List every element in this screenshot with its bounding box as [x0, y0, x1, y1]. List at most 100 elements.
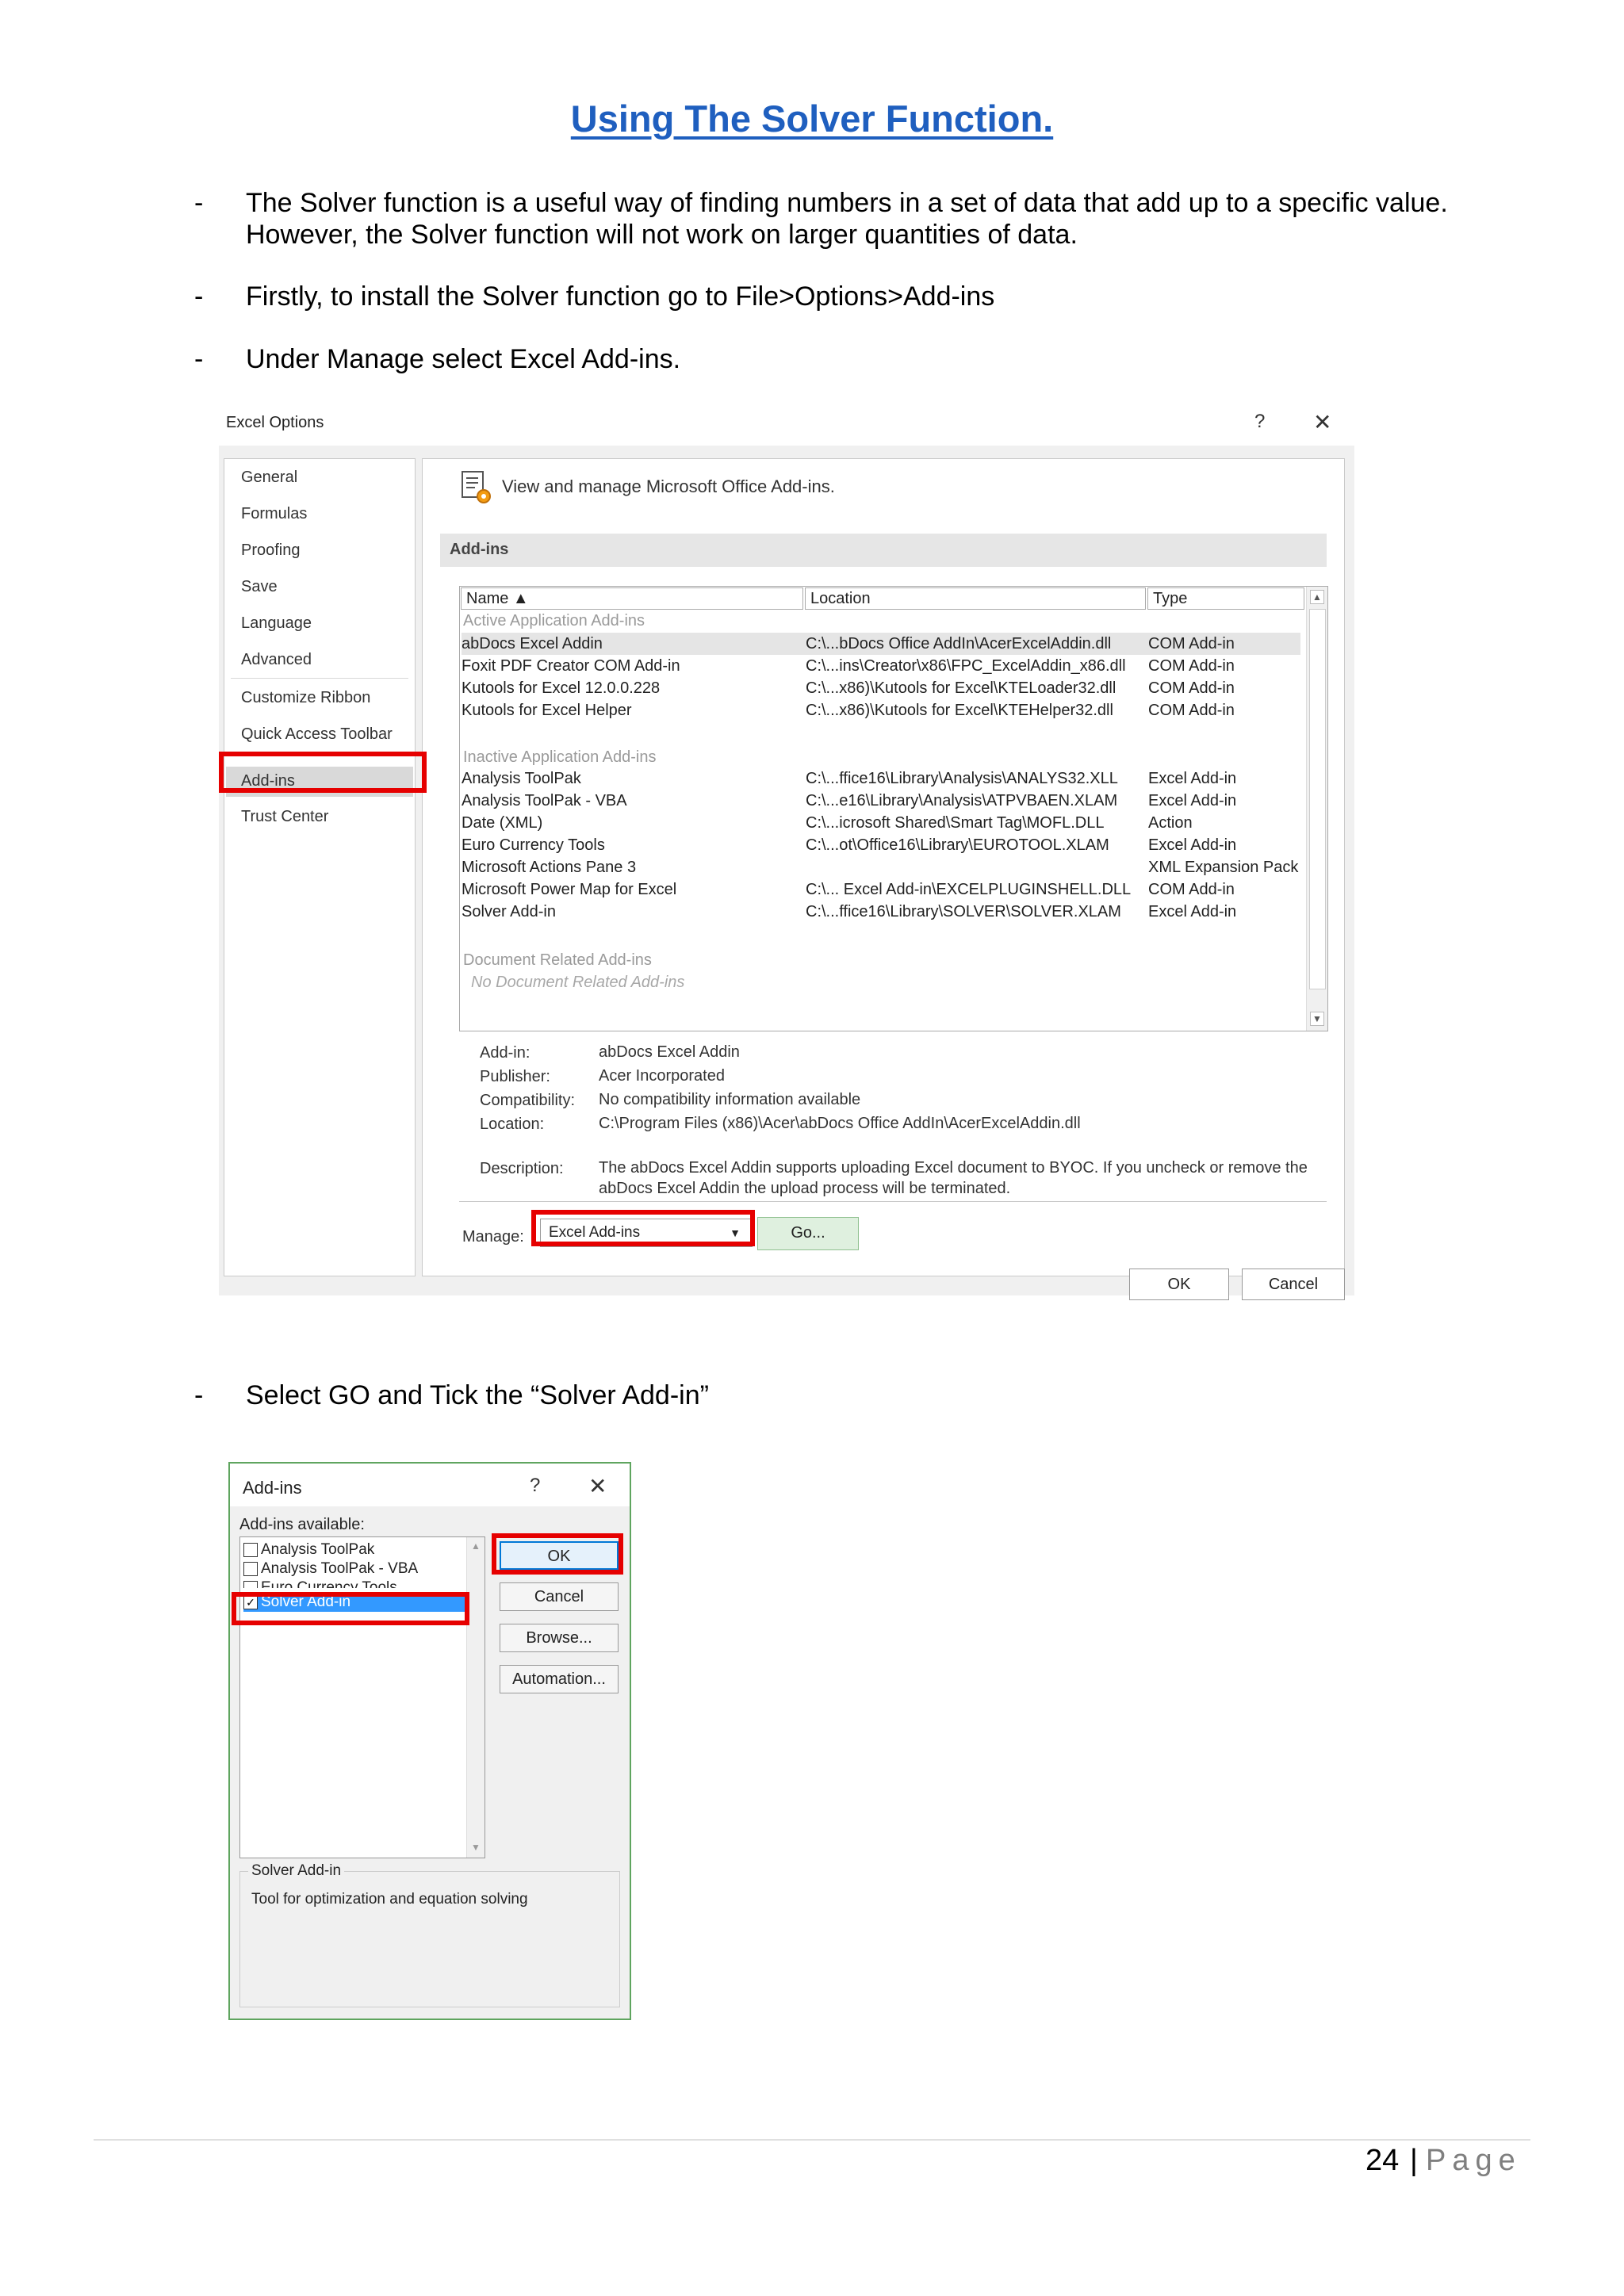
bullet-marker: - [194, 281, 204, 312]
ok-button[interactable]: OK [1129, 1269, 1229, 1300]
browse-button[interactable]: Browse... [500, 1624, 619, 1652]
row-type: COM Add-in [1148, 635, 1235, 652]
column-header-type[interactable]: Type [1147, 587, 1304, 610]
scroll-up-icon[interactable]: ▲ [1310, 590, 1324, 604]
nav-item-customize-ribbon[interactable]: Customize Ribbon [241, 689, 370, 707]
nav-item-advanced[interactable]: Advanced [241, 651, 312, 669]
go-button[interactable]: Go... [757, 1217, 859, 1250]
table-row[interactable]: Foxit PDF Creator COM Add-in C:\...ins\C… [462, 655, 1300, 677]
row-name: Analysis ToolPak [462, 770, 581, 787]
group-label: Inactive Application Add-ins [463, 748, 657, 766]
help-icon[interactable]: ? [530, 1475, 540, 1497]
list-item-label: Euro Currency Tools [261, 1579, 397, 1588]
footer-divider [94, 2139, 1530, 2141]
titlebar: Excel Options ? ✕ [219, 401, 1354, 446]
options-body: General Formulas Proofing Save Language … [219, 446, 1354, 1300]
cancel-button[interactable]: Cancel [500, 1582, 619, 1611]
group-title: Solver Add-in [248, 1862, 345, 1880]
options-main: View and manage Microsoft Office Add-ins… [422, 458, 1345, 1276]
row-name: Microsoft Power Map for Excel [462, 881, 677, 898]
addins-gear-icon [462, 471, 491, 503]
table-row[interactable]: Solver Add-in C:\...ffice16\Library\SOLV… [462, 901, 1300, 923]
list-item[interactable]: Euro Currency Tools [243, 1578, 465, 1588]
row-location: C:\...x86)\Kutools for Excel\KTELoader32… [806, 679, 1116, 697]
automation-button[interactable]: Automation... [500, 1665, 619, 1693]
column-header-location[interactable]: Location [805, 587, 1146, 610]
highlight-box-ok [492, 1533, 623, 1575]
table-row[interactable]: Microsoft Actions Pane 3 XML Expansion P… [462, 856, 1300, 878]
list-item[interactable]: Analysis ToolPak [243, 1540, 465, 1559]
checkbox-icon[interactable] [243, 1581, 258, 1588]
page-title: Using The Solver Function. [570, 98, 1054, 140]
row-location: C:\...icrosoft Shared\Smart Tag\MOFL.DLL [806, 814, 1105, 832]
scroll-down-icon[interactable]: ▼ [1310, 1012, 1324, 1026]
page-word: Page [1426, 2144, 1522, 2177]
nav-item-trust-center[interactable]: Trust Center [241, 808, 328, 826]
detail-description: The abDocs Excel Addin supports uploadin… [599, 1159, 1308, 1197]
detail-addin: abDocs Excel Addin [599, 1043, 740, 1061]
nav-item-save[interactable]: Save [241, 578, 278, 596]
row-location: C:\... Excel Add-in\EXCELPLUGINSHELL.DLL [806, 881, 1132, 898]
bullet-marker: - [194, 344, 204, 374]
table-row[interactable]: abDocs Excel Addin C:\...bDocs Office Ad… [462, 633, 1300, 655]
row-type: COM Add-in [1148, 702, 1235, 719]
row-name: Date (XML) [462, 814, 543, 832]
table-row[interactable]: Kutools for Excel 12.0.0.228 C:\...x86)\… [462, 677, 1300, 699]
row-type: COM Add-in [1148, 679, 1235, 697]
nav-item-general[interactable]: General [241, 469, 297, 487]
page-separator: | [1410, 2144, 1418, 2177]
options-nav: General Formulas Proofing Save Language … [224, 458, 416, 1276]
cancel-button[interactable]: Cancel [1242, 1269, 1345, 1300]
nav-item-language[interactable]: Language [241, 614, 312, 633]
row-name: Solver Add-in [462, 903, 556, 920]
nav-item-quick-access-toolbar[interactable]: Quick Access Toolbar [241, 725, 393, 744]
row-type: Excel Add-in [1148, 792, 1237, 809]
table-row[interactable]: Euro Currency Tools C:\...ot\Office16\Li… [462, 834, 1300, 856]
list-scrollbar[interactable]: ▲ ▼ [1306, 587, 1327, 1031]
divider [459, 1201, 1327, 1202]
bullet-line: The Solver function is a useful way of f… [246, 188, 1448, 218]
list-item[interactable]: Analysis ToolPak - VBA [243, 1559, 465, 1578]
bullet-marker: - [194, 1380, 204, 1410]
list-scrollbar[interactable]: ▲ ▼ [466, 1537, 485, 1858]
addins-list[interactable]: Name ▲ Location Type Active Application … [459, 586, 1328, 1031]
empty-group-note: No Document Related Add-ins [471, 974, 685, 991]
table-row[interactable]: Analysis ToolPak - VBA C:\...e16\Library… [462, 790, 1300, 812]
nav-item-formulas[interactable]: Formulas [241, 505, 307, 523]
chevron-down-icon[interactable]: ▼ [471, 1842, 481, 1853]
row-type: COM Add-in [1148, 657, 1235, 675]
close-icon[interactable]: ✕ [1313, 409, 1331, 435]
detail-label: Publisher: [480, 1068, 550, 1085]
dialog-body: Add-ins available: Analysis ToolPak Anal… [230, 1506, 630, 2019]
table-row[interactable]: Date (XML) C:\...icrosoft Shared\Smart T… [462, 812, 1300, 834]
addins-section-bar: Add-ins [440, 534, 1327, 567]
page-number: 24 [1365, 2144, 1400, 2177]
column-header-name[interactable]: Name ▲ [461, 587, 803, 610]
chevron-up-icon[interactable]: ▲ [471, 1540, 481, 1552]
row-location: C:\...e16\Library\Analysis\ATPVBAEN.XLAM [806, 792, 1118, 809]
addin-description-group: Solver Add-in Tool for optimization and … [239, 1862, 620, 2007]
detail-label: Location: [480, 1115, 545, 1133]
row-location: C:\...ot\Office16\Library\EUROTOOL.XLAM [806, 836, 1109, 854]
nav-item-proofing[interactable]: Proofing [241, 541, 301, 560]
row-name: abDocs Excel Addin [462, 635, 603, 652]
table-row[interactable]: Analysis ToolPak C:\...ffice16\Library\A… [462, 767, 1300, 790]
help-icon[interactable]: ? [1254, 411, 1265, 433]
table-row[interactable]: Microsoft Power Map for Excel C:\... Exc… [462, 878, 1300, 901]
bullet-line: However, the Solver function will not wo… [246, 220, 1078, 250]
checkbox-icon[interactable] [243, 1562, 258, 1576]
addins-dialog: Add-ins ? ✕ Add-ins available: Analysis … [228, 1462, 631, 2020]
bullet-text: Firstly, to install the Solver function … [246, 281, 995, 312]
bullet-marker: - [194, 188, 204, 218]
close-icon[interactable]: ✕ [588, 1473, 607, 1499]
addins-available-list[interactable]: Analysis ToolPak Analysis ToolPak - VBA … [239, 1536, 485, 1858]
nav-divider [231, 678, 408, 679]
scroll-thumb[interactable] [1309, 609, 1326, 989]
available-label: Add-ins available: [239, 1516, 365, 1533]
row-name: Foxit PDF Creator COM Add-in [462, 657, 680, 675]
group-label: Active Application Add-ins [463, 612, 645, 629]
row-type: Action [1148, 814, 1193, 832]
table-row[interactable]: Kutools for Excel Helper C:\...x86)\Kuto… [462, 699, 1300, 721]
checkbox-icon[interactable] [243, 1543, 258, 1557]
highlight-box-manage [531, 1210, 755, 1246]
